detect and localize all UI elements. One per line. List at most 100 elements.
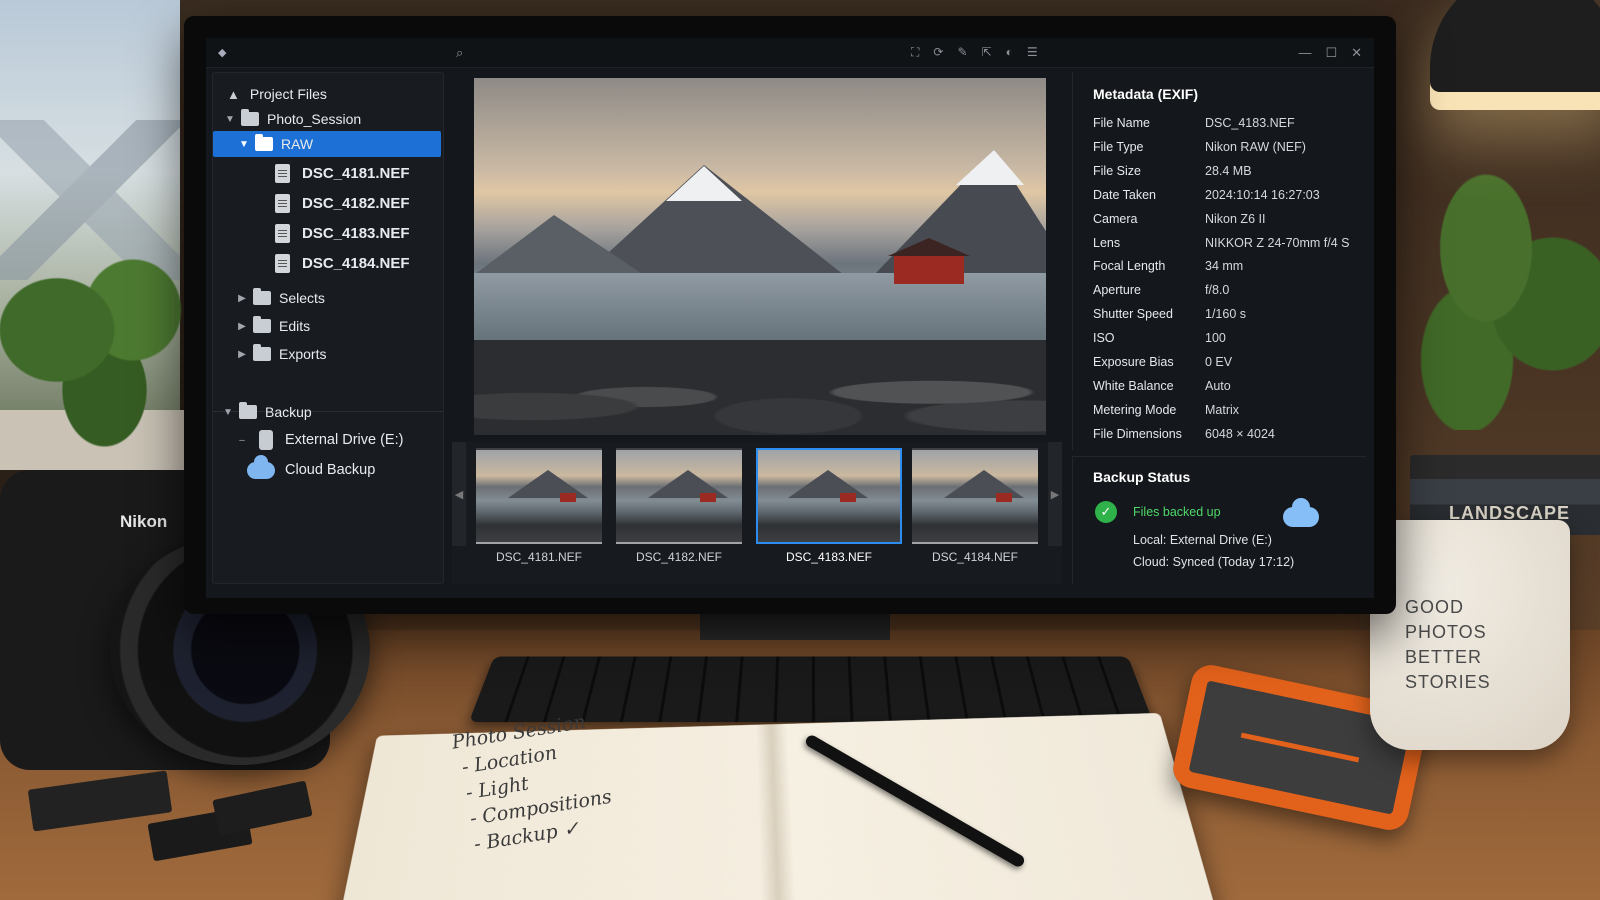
camera-brand: Nikon <box>120 512 168 531</box>
metadata-key: Exposure Bias <box>1093 355 1174 369</box>
close-button[interactable]: ✕ <box>1351 45 1362 61</box>
tree-item-backup[interactable]: ▼ Backup <box>221 399 312 425</box>
preview-snow-peak <box>956 150 1024 185</box>
thumbnail-caption: DSC_4183.NEF <box>785 550 873 564</box>
file-icon <box>275 193 290 213</box>
tree-file-dsc-4184[interactable]: DSC_4184.NEF <box>275 250 410 276</box>
metadata-key: Shutter Speed <box>1093 307 1173 322</box>
chevron-down-icon[interactable]: ▼ <box>223 114 237 125</box>
metadata-value: 6048 × 4024 <box>1205 426 1275 441</box>
folder-icon <box>241 109 259 126</box>
metadata-row: Camera Nikon Z6 II <box>1093 212 1363 234</box>
search-icon[interactable]: ⌕ <box>456 45 463 61</box>
metadata-key: Aperture <box>1093 283 1141 298</box>
folder-icon <box>239 402 257 419</box>
tree-root[interactable]: ▲ Project Files <box>225 81 327 107</box>
metadata-value: 2024:10:14 16:27:03 <box>1205 187 1320 202</box>
list-icon[interactable]: ☰ <box>1027 45 1038 60</box>
rotate-icon[interactable]: ⟳ <box>933 45 943 60</box>
toolbar: ⛶ ⟳ ✎ ⇱ ◐ ☰ <box>911 45 1038 60</box>
tree-item-label: Exports <box>279 346 327 362</box>
metadata-value: DSC_4183.NEF <box>1205 116 1295 130</box>
tree-item-label: Selects <box>279 290 325 306</box>
folder-icon <box>253 316 271 333</box>
thumbnail-caption: DSC_4182.NEF <box>635 550 723 564</box>
tree-item-label: External Drive (E:) <box>285 432 404 448</box>
backup-cloud-text: Cloud: Synced (Today 17:12) <box>1133 555 1295 569</box>
mug-line: BETTER <box>1405 647 1483 667</box>
chevron-right-icon[interactable]: ▶ <box>235 293 249 304</box>
minimize-button[interactable]: — <box>1298 45 1311 61</box>
file-icon <box>275 253 290 273</box>
tree-item-selects[interactable]: ▶ Selects <box>235 285 325 311</box>
metadata-value: NIKKOR Z 24-70mm f/4 S <box>1205 235 1350 250</box>
tree-item-external-drive[interactable]: – External Drive (E:) <box>235 427 403 453</box>
chevron-right-icon[interactable]: ▶ <box>235 321 249 332</box>
pen-icon[interactable]: ✎ <box>957 45 967 60</box>
thumbnail-image <box>476 448 602 544</box>
tree-item-label: Backup <box>265 404 312 420</box>
thumbnail-image <box>756 448 902 544</box>
tree-file-label: DSC_4184.NEF <box>302 254 410 272</box>
filmstrip-thumb-2[interactable]: DSC_4182.NEF <box>616 448 742 576</box>
export-icon[interactable]: ⇱ <box>982 45 992 60</box>
tree-item-photo-session[interactable]: ▼ Photo_Session <box>223 106 361 132</box>
tree-file-dsc-4182[interactable]: DSC_4182.NEF <box>275 190 410 216</box>
metadata-row: White Balance Auto <box>1093 379 1363 401</box>
crop-icon[interactable]: ⛶ <box>911 45 919 60</box>
app-logo-icon: ◆ <box>218 47 227 59</box>
collapse-icon[interactable]: – <box>235 435 249 446</box>
cloud-icon <box>247 454 275 479</box>
metadata-row: Date Taken 2024:10:14 16:27:03 <box>1093 188 1363 210</box>
metadata-value: 0 EV <box>1205 355 1233 369</box>
preview-snow-peak <box>666 166 742 201</box>
metadata-key: ISO <box>1093 331 1115 346</box>
tree-file-dsc-4183[interactable]: DSC_4183.NEF <box>275 220 410 246</box>
filmstrip-prev-button[interactable]: ◀ <box>452 442 466 546</box>
backup-status-text: Files backed up <box>1133 505 1221 519</box>
thumbnail-caption: DSC_4184.NEF <box>931 550 1019 564</box>
thumbnail-image <box>616 448 742 544</box>
metadata-value: 1/160 s <box>1205 307 1247 322</box>
metadata-value: 28.4 MB <box>1205 163 1252 178</box>
metadata-value: f/8.0 <box>1205 283 1230 298</box>
pin-icon: ▲ <box>227 86 240 102</box>
chevron-right-icon[interactable]: ▶ <box>235 349 249 360</box>
check-icon: ✓ <box>1095 501 1117 523</box>
window-controls: — ☐ ✕ <box>1298 45 1362 61</box>
maximize-button[interactable]: ☐ <box>1325 45 1337 61</box>
filmstrip: ◀ DSC_4181.NEF DSC_4182.NEF DSC_4183.NEF… <box>452 442 1062 584</box>
metadata-value: Auto <box>1205 378 1231 393</box>
metadata-value: Matrix <box>1205 402 1240 417</box>
filmstrip-next-button[interactable]: ▶ <box>1048 442 1062 546</box>
metadata-row: File Size 28.4 MB <box>1093 164 1363 186</box>
preview-rocks <box>474 340 1046 435</box>
tree-file-dsc-4181[interactable]: DSC_4181.NEF <box>275 160 410 186</box>
metadata-value: 100 <box>1205 331 1226 346</box>
filmstrip-thumb-1[interactable]: DSC_4181.NEF <box>476 448 602 576</box>
backup-title: Backup Status <box>1093 469 1191 485</box>
chevron-down-icon[interactable]: ▼ <box>237 139 251 150</box>
chevron-down-icon[interactable]: ▼ <box>221 407 235 418</box>
mug-text: GOOD PHOTOS BETTER STORIES <box>1405 595 1545 695</box>
tree-item-raw[interactable]: ▼ RAW <box>213 131 441 157</box>
metadata-row: Focal Length 34 mm <box>1093 259 1363 281</box>
backup-status-panel: Backup Status ✓ Files backed up Local: E… <box>1072 456 1366 584</box>
tree-item-cloud-backup[interactable]: Cloud Backup <box>247 454 375 483</box>
compare-icon[interactable]: ◐ <box>1006 45 1013 60</box>
metadata-row: ISO 100 <box>1093 331 1363 353</box>
metadata-key: File Name <box>1093 116 1150 130</box>
tree-item-exports[interactable]: ▶ Exports <box>235 341 326 367</box>
metadata-row: Exposure Bias 0 EV <box>1093 355 1363 377</box>
metadata-row: Shutter Speed 1/160 s <box>1093 307 1363 329</box>
folder-icon <box>253 288 271 305</box>
plant-left <box>0 250 190 450</box>
filmstrip-thumb-4[interactable]: DSC_4184.NEF <box>912 448 1038 576</box>
filmstrip-thumb-3[interactable]: DSC_4183.NEF <box>756 448 902 576</box>
title-bar: ◆ ⌕ ⛶ ⟳ ✎ ⇱ ◐ ☰ — ☐ ✕ <box>206 38 1374 68</box>
image-preview[interactable] <box>474 78 1046 435</box>
metadata-key: File Size <box>1093 163 1141 178</box>
tree-item-edits[interactable]: ▶ Edits <box>235 313 310 339</box>
metadata-key: Focal Length <box>1093 259 1166 274</box>
file-icon <box>275 223 290 243</box>
